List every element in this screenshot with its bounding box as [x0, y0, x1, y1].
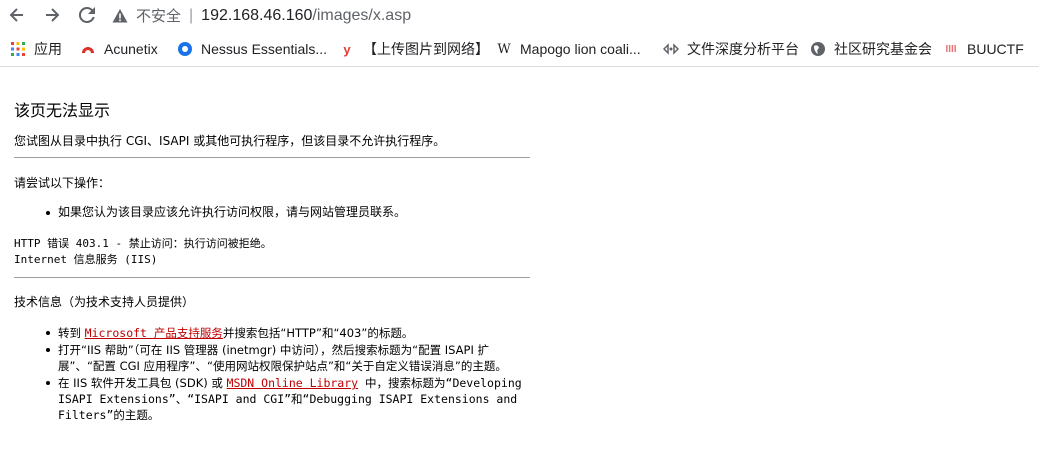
bookmark-community[interactable]: 社区研究基金会: [810, 39, 932, 59]
bookmark-mapogo[interactable]: W Mapogo lion coali...: [496, 39, 641, 59]
bookmark-label: Acunetix: [104, 41, 158, 57]
bookmark-buuctf[interactable]: IIII BUUCTF: [943, 39, 1024, 59]
error-description: 您试图从目录中执行 CGI、ISAPI 或其他可执行程序，但该目录不允许执行程序…: [14, 134, 446, 148]
divider: [14, 157, 530, 158]
omnibox-separator: |: [189, 6, 194, 24]
list-item: 在 IIS 软件开发工具包 (SDK) 或 MSDN Online Librar…: [46, 375, 526, 423]
tech-item3-prefix: 在 IIS 软件开发工具包 (SDK) 或: [58, 376, 227, 390]
forward-arrow-icon: [46, 8, 60, 22]
page-title: 该页无法显示: [14, 101, 111, 120]
nessus-icon: [177, 41, 193, 57]
msdn-library-link[interactable]: MSDN Online Library: [227, 376, 359, 390]
bookmark-upload-image[interactable]: y 【上传图片到网络】: [339, 39, 489, 59]
iis-label: Internet 信息服务 (IIS): [14, 253, 158, 266]
list-item: 打开“IIS 帮助”（可在 IIS 管理器 (inetmgr) 中访问），然后搜…: [46, 342, 526, 374]
url-host[interactable]: 192.168.46.160: [201, 7, 312, 25]
list-item: 转到 Microsoft 产品支持服务并搜索包括“HTTP”和“403”的标题。: [46, 325, 526, 341]
forward-button[interactable]: [41, 4, 63, 26]
acunetix-icon: [80, 41, 96, 57]
divider: [14, 277, 530, 278]
tech-item1-prefix: 转到: [58, 326, 85, 340]
reload-icon: [78, 6, 95, 23]
reload-button[interactable]: [76, 4, 98, 26]
insecure-label[interactable]: 不安全: [136, 5, 181, 26]
back-arrow-icon: [9, 8, 23, 22]
try-heading: 请尝试以下操作：: [14, 176, 111, 190]
bookmark-apps[interactable]: 应用: [10, 39, 62, 59]
bookmark-nessus[interactable]: Nessus Essentials...: [177, 39, 327, 59]
bookmark-label: 应用: [34, 41, 62, 57]
apps-grid-icon: [10, 41, 26, 57]
error-code-line: HTTP 错误 403.1 - 禁止访问：执行访问被拒绝。: [14, 237, 272, 250]
bookmark-file-analysis[interactable]: 文件深度分析平台: [663, 39, 799, 59]
microsoft-support-link[interactable]: Microsoft 产品支持服务: [85, 326, 223, 340]
list-item: 如果您认为该目录应该允许执行访问权限，请与网站管理员联系。: [46, 205, 406, 220]
address-bar-row: 不安全 | 192.168.46.160/images/x.asp: [0, 0, 1039, 31]
tech-info-list: 转到 Microsoft 产品支持服务并搜索包括“HTTP”和“403”的标题。…: [46, 325, 526, 424]
bookmark-label: Mapogo lion coali...: [520, 41, 641, 57]
tech-item1-suffix: 并搜索包括“HTTP”和“403”的标题。: [222, 326, 414, 340]
globe-icon: [810, 41, 826, 57]
back-button[interactable]: [6, 4, 28, 26]
tech-info-heading: 技术信息（为技术支持人员提供）: [14, 295, 195, 309]
error-code: HTTP 错误 403.1 - 禁止访问：执行访问被拒绝。 Internet 信…: [14, 236, 272, 268]
buuctf-icon: IIII: [945, 43, 957, 55]
url-path[interactable]: /images/x.asp: [312, 7, 411, 25]
bookmarks-bar: 应用 Acunetix Nessus Essentials... y 【上传图片…: [0, 31, 1039, 67]
bookmark-label: BUUCTF: [967, 41, 1024, 57]
bookmark-acunetix[interactable]: Acunetix: [80, 39, 158, 59]
bookmark-label: 【上传图片到网络】: [363, 41, 489, 57]
wikipedia-w-icon: W: [497, 41, 511, 57]
bookmark-label: 社区研究基金会: [834, 41, 932, 57]
analysis-icon: [663, 41, 679, 57]
warning-triangle-icon[interactable]: [112, 8, 128, 24]
upload-y-icon: y: [343, 41, 351, 57]
omnibox[interactable]: 不安全 | 192.168.46.160/images/x.asp: [112, 0, 411, 31]
bookmark-label: Nessus Essentials...: [201, 41, 328, 57]
try-list: 如果您认为该目录应该允许执行访问权限，请与网站管理员联系。: [46, 205, 406, 220]
bookmark-label: 文件深度分析平台: [687, 41, 799, 57]
